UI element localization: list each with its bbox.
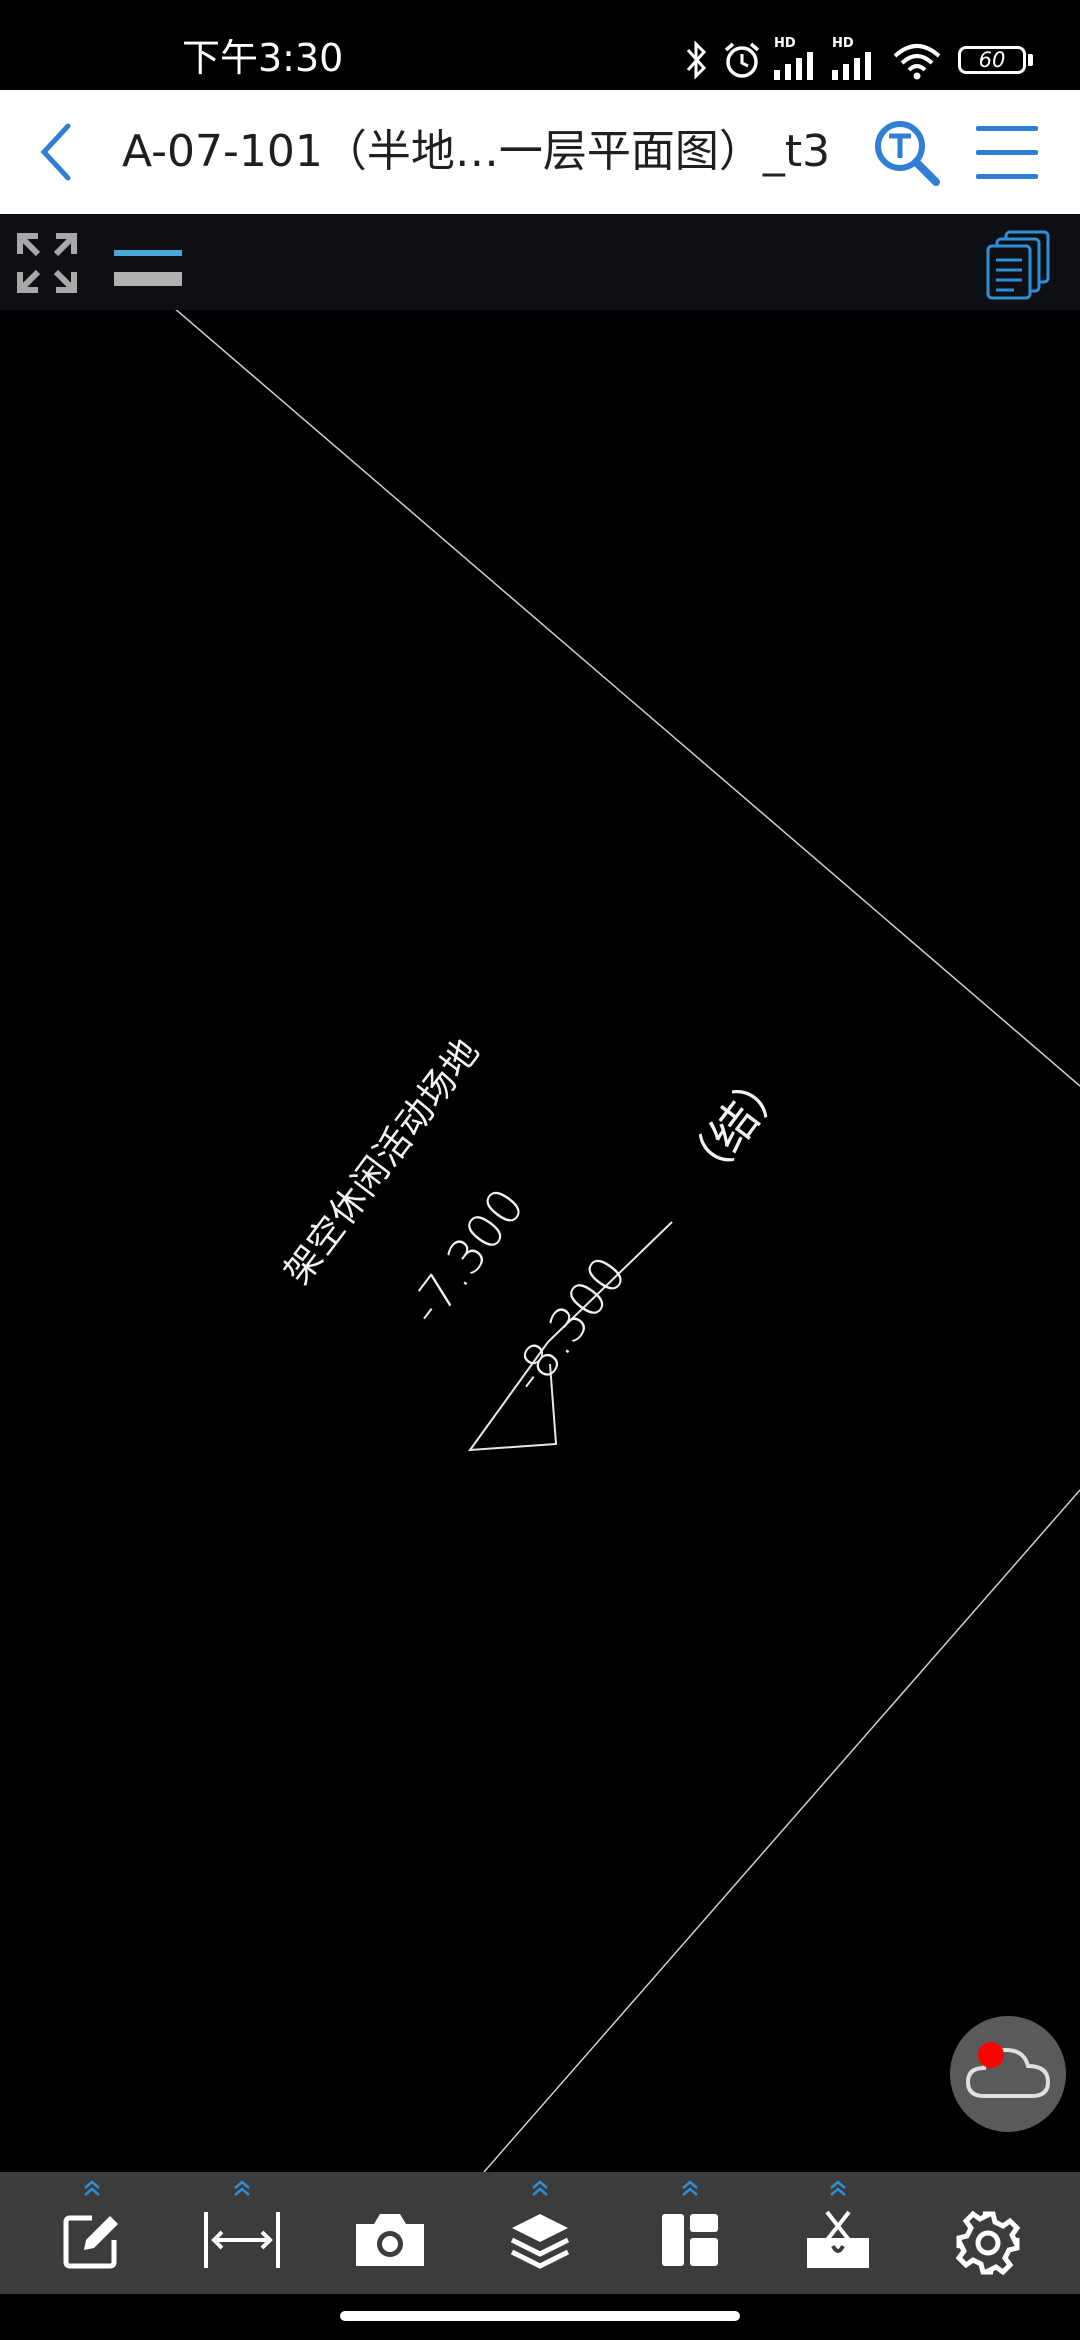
chevron-up-icon bbox=[84, 2180, 100, 2196]
hamburger-menu-icon bbox=[976, 126, 1038, 179]
camera-icon bbox=[356, 2214, 424, 2266]
bottom-toolbar bbox=[0, 2172, 1080, 2294]
cloud-sync-button[interactable] bbox=[950, 2016, 1066, 2132]
camera-tool-button[interactable] bbox=[330, 2172, 450, 2294]
fullscreen-button[interactable] bbox=[14, 230, 80, 296]
battery-indicator: 60 bbox=[958, 46, 1026, 74]
layers-tool-button[interactable] bbox=[480, 2172, 600, 2294]
chevron-up-icon bbox=[532, 2180, 548, 2196]
menu-button[interactable] bbox=[972, 120, 1042, 186]
drawing-toolbar bbox=[0, 214, 1080, 310]
layers-icon bbox=[510, 2214, 570, 2269]
signal-icon-1 bbox=[774, 52, 813, 80]
line-style-button[interactable] bbox=[112, 236, 184, 292]
measure-tool-button[interactable] bbox=[182, 2172, 302, 2294]
wifi-icon bbox=[893, 44, 941, 80]
cloud-icon bbox=[965, 2047, 1051, 2098]
chevron-up-icon bbox=[830, 2180, 846, 2196]
markup-tool-button[interactable] bbox=[32, 2172, 152, 2294]
status-icons: HD HD 60 bbox=[660, 36, 1080, 86]
chevron-left-icon bbox=[40, 123, 71, 181]
line-weight-icon bbox=[114, 250, 182, 286]
back-button[interactable] bbox=[30, 116, 92, 188]
measure-icon bbox=[204, 2212, 280, 2268]
hd-label-2: HD bbox=[832, 36, 854, 51]
document-stack-icon bbox=[986, 230, 1050, 300]
layout-icon bbox=[662, 2214, 718, 2266]
toolbox-icon bbox=[807, 2210, 869, 2268]
battery-tip bbox=[1028, 54, 1033, 66]
status-time: 下午3:30 bbox=[182, 36, 344, 80]
cad-lines bbox=[175, 310, 1080, 2172]
status-bar: 下午3:30 HD HD 60 bbox=[0, 0, 1080, 90]
chevron-up-icon bbox=[234, 2180, 250, 2196]
text-search-icon bbox=[875, 121, 940, 186]
layout-tool-button[interactable] bbox=[630, 2172, 750, 2294]
expand-arrows-icon bbox=[17, 233, 77, 293]
toolbox-tool-button[interactable] bbox=[778, 2172, 898, 2294]
app-root: 下午3:30 HD HD 60 A-07-101（半地…一层平面图）_t3 架空… bbox=[0, 0, 1080, 2340]
bluetooth-icon bbox=[686, 40, 707, 80]
settings-tool-button[interactable] bbox=[928, 2172, 1048, 2294]
alarm-icon bbox=[724, 42, 760, 78]
drawing-canvas[interactable]: 架空休闲活动场地 -7.300 -8.300 （结） bbox=[0, 310, 1080, 2172]
hd-label-1: HD bbox=[774, 36, 796, 51]
title-bar: A-07-101（半地…一层平面图）_t3 bbox=[0, 90, 1080, 214]
signal-icon-2 bbox=[832, 52, 871, 80]
home-indicator[interactable] bbox=[340, 2311, 740, 2321]
document-title: A-07-101（半地…一层平面图）_t3 bbox=[122, 126, 831, 177]
settings-icon bbox=[955, 2210, 1021, 2276]
notification-dot bbox=[978, 2042, 1004, 2068]
sheet-list-button[interactable] bbox=[984, 228, 1052, 300]
chevron-up-icon bbox=[682, 2180, 698, 2196]
text-search-button[interactable] bbox=[872, 118, 942, 188]
edit-icon bbox=[63, 2215, 118, 2269]
